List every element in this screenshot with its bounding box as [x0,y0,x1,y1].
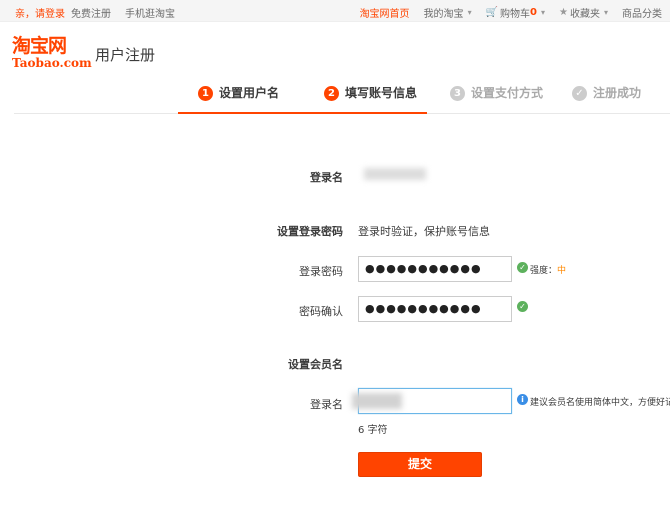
cart-label: 购物车 [500,9,531,20]
step-label: 注册成功 [593,86,642,100]
member-name-char-count: 6 字符 [358,425,388,436]
my-taobao-menu[interactable]: 我的淘宝 ▾ [424,5,472,20]
step-label: 填写账号信息 [345,86,418,100]
member-name-hint: 建议会员名使用简体中文，方便好记 [530,398,670,408]
confirm-password-label: 密码确认 [299,305,343,318]
submit-button[interactable]: 提交 [358,452,482,477]
password-input[interactable]: ●●●●●●●●●●● [358,256,512,282]
my-taobao-label: 我的淘宝 [423,9,464,20]
favorites-label: 收藏夹 [569,9,600,20]
top-bar: 亲，请登录 免费注册 手机逛淘宝 淘宝网首页 我的淘宝 ▾ 🛒 购物车 0 ▾ … [0,0,670,22]
check-icon: ✓ [572,86,587,101]
logo-en-text: Taobao.com [12,56,92,70]
info-icon: i [517,394,528,405]
login-name-label: 登录名 [310,171,343,184]
password-section-desc: 登录时验证，保护账号信息 [358,225,490,238]
steps-progress-bar [178,112,427,114]
free-register-link[interactable]: 免费注册 [71,5,111,20]
step-number: 3 [450,86,465,101]
taobao-logo[interactable]: 淘宝网 Taobao.com [12,36,92,72]
mobile-taobao-link[interactable]: 手机逛淘宝 [125,5,175,20]
login-link[interactable]: 亲，请登录 [15,5,65,20]
chevron-down-icon: ▾ [467,8,472,17]
step-payment-method: 3 设置支付方式 [450,86,543,114]
password-strength: 强度：中 [530,263,566,276]
confirm-password-input[interactable]: ●●●●●●●●●●● [358,296,512,322]
member-login-label: 登录名 [310,398,343,411]
taobao-home-link[interactable]: 淘宝网首页 [360,5,410,20]
logo-cn-text: 淘宝网 [12,35,67,57]
cart-menu[interactable]: 🛒 购物车 0 ▾ [486,5,545,20]
chevron-down-icon: ▾ [541,8,546,17]
step-label: 设置用户名 [219,86,280,100]
cart-count: 0 [530,7,537,18]
strength-prefix: 强度： [530,266,558,276]
member-section-label: 设置会员名 [288,358,343,371]
step-account-info: 2 填写账号信息 [324,86,417,114]
check-circle-icon: ✓ [517,262,528,273]
step-number: 1 [198,86,213,101]
star-icon: ★ [559,7,568,18]
step-number: 2 [324,86,339,101]
top-bar-left: 亲，请登录 免费注册 手机逛淘宝 [15,5,175,20]
step-success: ✓ 注册成功 [572,86,641,114]
top-bar-right: 淘宝网首页 我的淘宝 ▾ 🛒 购物车 0 ▾ ★ 收藏夹 ▾ 商品分类 [346,5,670,20]
check-circle-icon: ✓ [517,301,528,312]
categories-link[interactable]: 商品分类 [622,5,662,20]
strength-value: 中 [557,266,567,276]
password-section-label: 设置登录密码 [277,225,343,238]
password-label: 登录密码 [299,265,343,278]
step-label: 设置支付方式 [471,86,544,100]
member-name-value-blurred [352,393,402,409]
step-set-username: 1 设置用户名 [198,86,279,114]
chevron-down-icon: ▾ [603,8,608,17]
registration-steps: 1 设置用户名 2 填写账号信息 3 设置支付方式 ✓ 注册成功 [178,86,660,114]
favorites-menu[interactable]: ★ 收藏夹 ▾ [559,5,608,20]
login-name-value-blurred [364,168,426,180]
cart-icon: 🛒 [485,7,499,18]
page-title: 用户注册 [95,46,156,64]
